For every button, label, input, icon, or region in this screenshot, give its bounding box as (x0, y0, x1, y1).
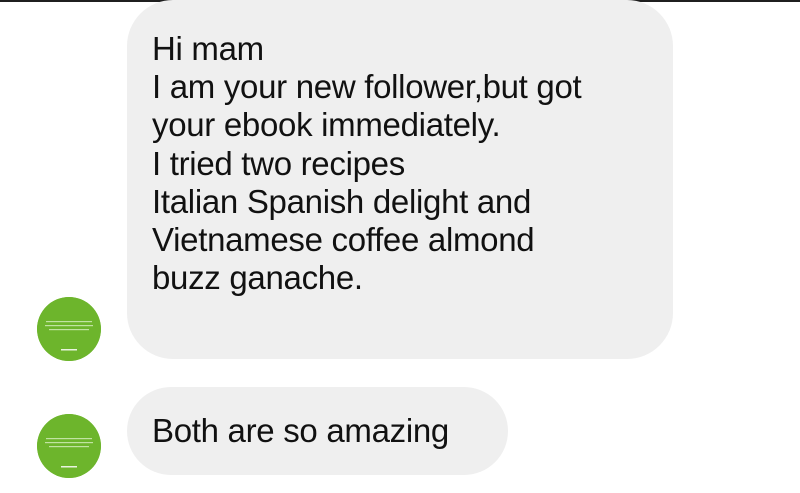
message-bubble[interactable]: Hi mam I am your new follower,but got yo… (127, 0, 673, 359)
message-line: buzz ganache. (152, 259, 363, 297)
avatar[interactable] (37, 297, 101, 361)
message-line: Vietnamese coffee almond (152, 221, 535, 259)
avatar-logo-icon (37, 297, 101, 361)
message-line: Hi mam (152, 30, 264, 67)
message-line: Both are so amazing (152, 412, 449, 449)
avatar-logo-icon (37, 414, 101, 478)
message-line: your ebook immediately. (152, 106, 501, 144)
message-bubble[interactable]: Both are so amazing (127, 387, 508, 475)
avatar[interactable] (37, 414, 101, 478)
message-line: Italian Spanish delight and (152, 182, 532, 220)
message-line: I tried two recipes (152, 144, 405, 182)
message-line: I am your new follower,but got (152, 68, 582, 106)
